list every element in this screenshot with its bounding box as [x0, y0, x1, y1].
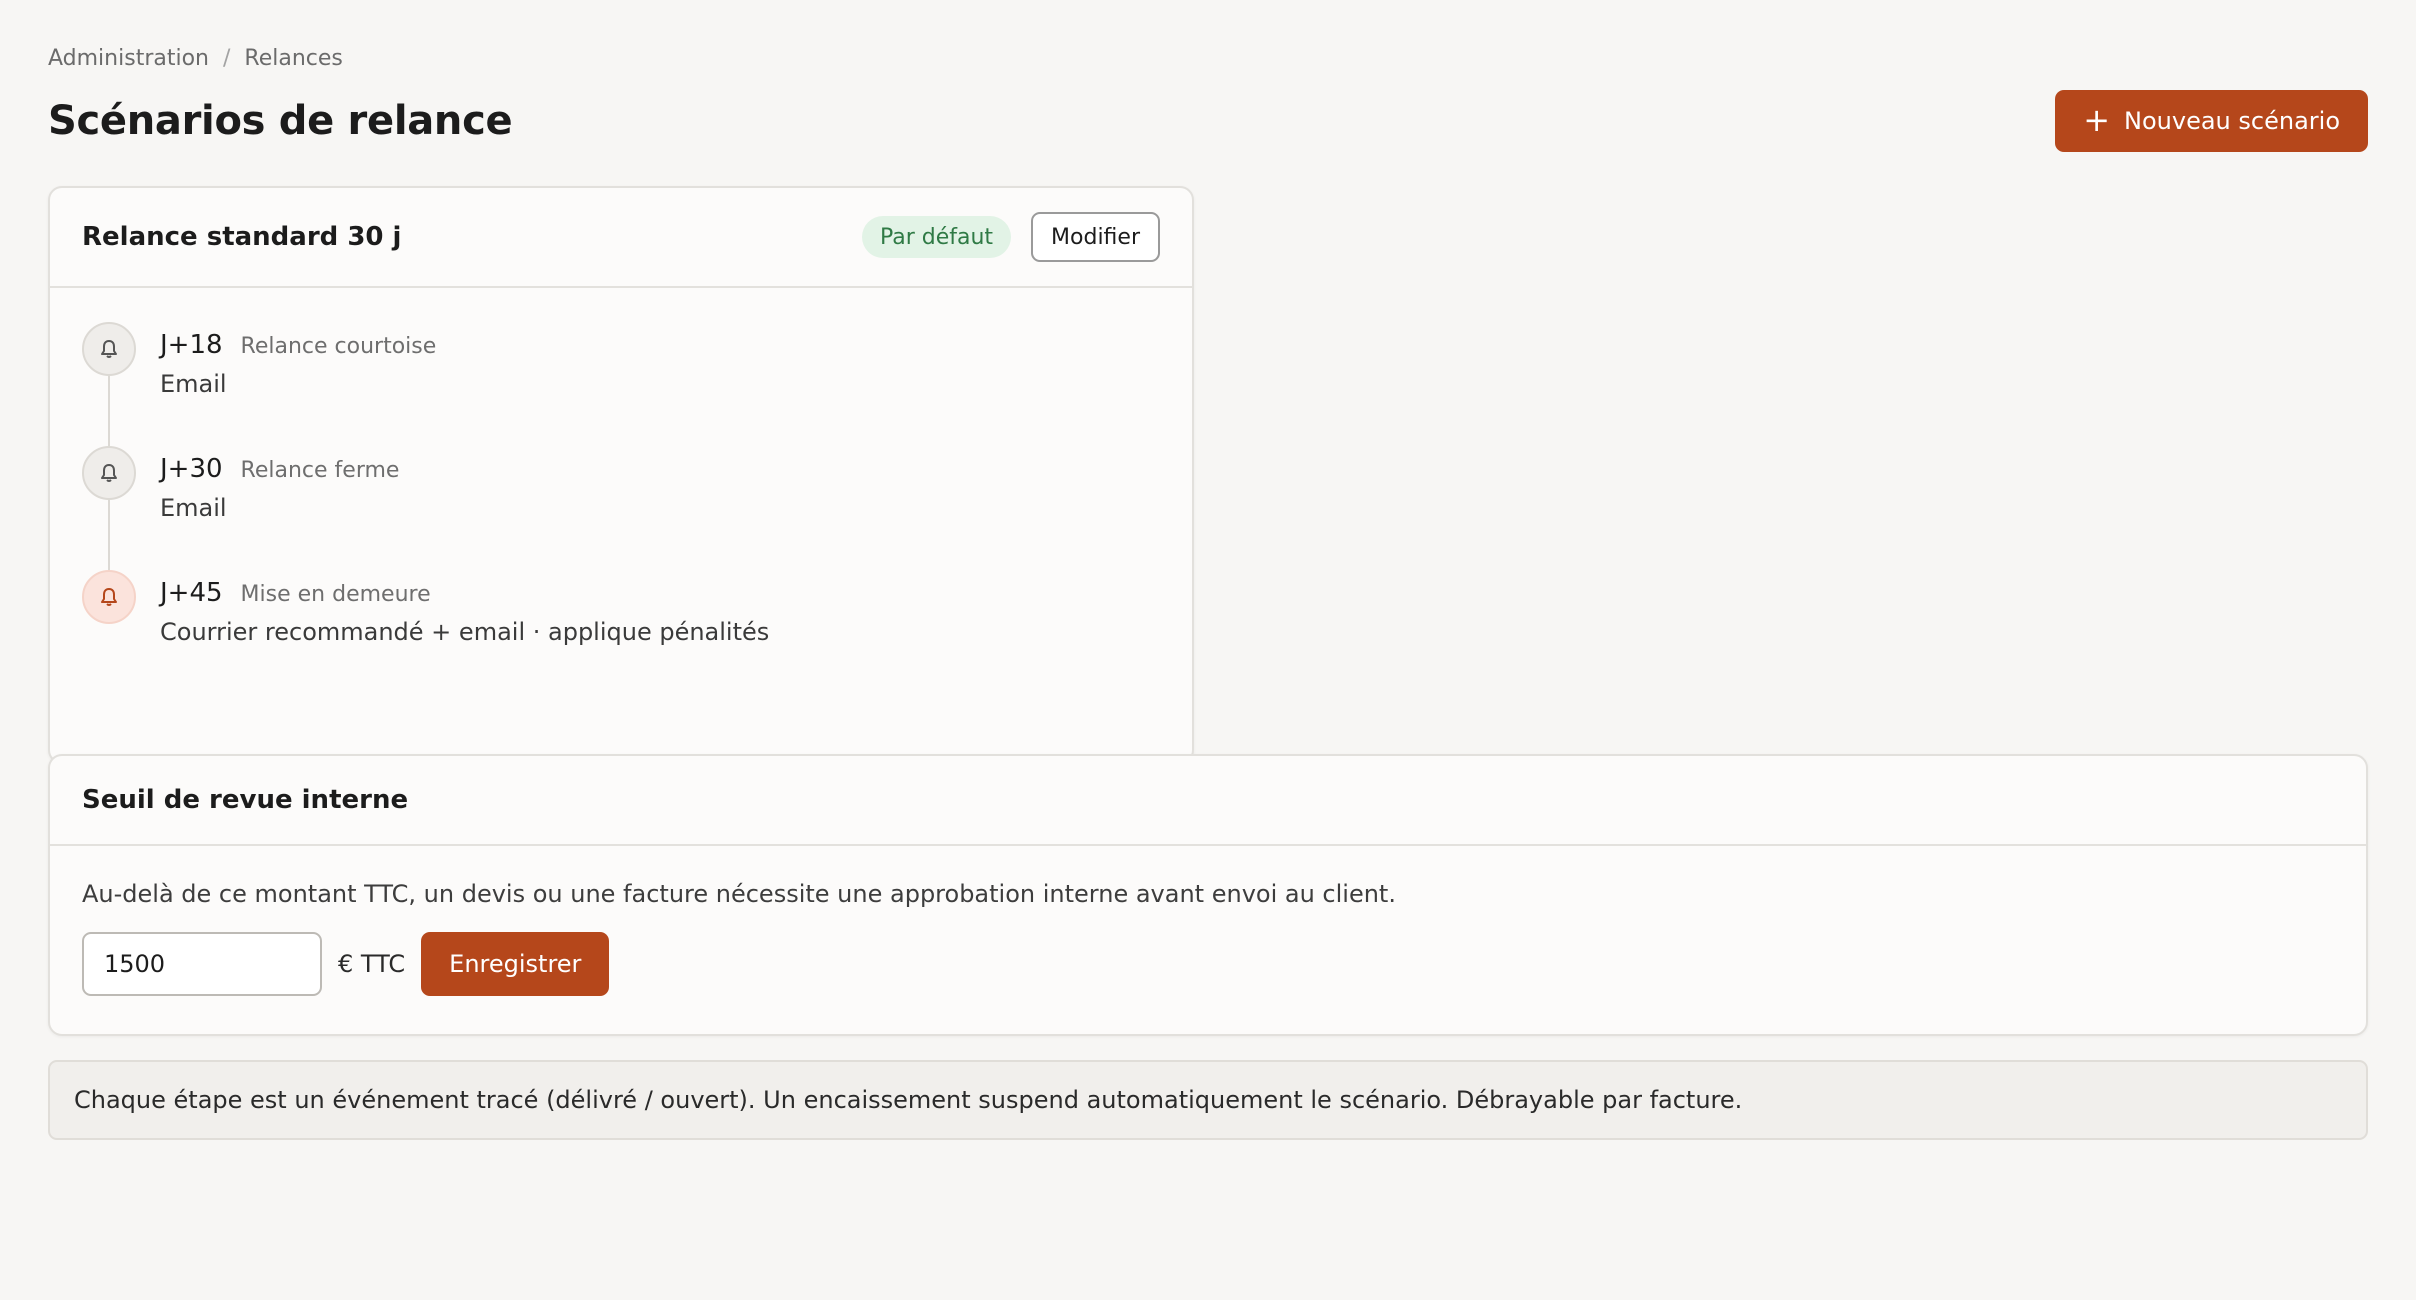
step-name: Relance courtoise [240, 334, 437, 359]
step-day: J+45 [160, 578, 223, 608]
page-header: Scénarios de relance + Nouveau scénario [48, 86, 2368, 156]
currency-unit: € TTC [338, 950, 406, 978]
steps-timeline: J+18 Relance courtoise Email J+30 Relanc… [50, 288, 1192, 694]
step-name: Relance ferme [240, 458, 400, 483]
scenario-card-header: Relance standard 30 j Par défaut Modifie… [50, 188, 1192, 288]
breadcrumb-item-relances: Relances [244, 45, 343, 71]
default-badge: Par défaut [861, 216, 1012, 258]
page: Administration / Relances Scénarios de r… [48, 40, 2368, 1140]
new-scenario-label: Nouveau scénario [2124, 107, 2340, 135]
edit-button[interactable]: Modifier [1031, 212, 1160, 262]
info-note: Chaque étape est un événement tracé (dél… [48, 1060, 2368, 1140]
scenario-title: Relance standard 30 j [82, 222, 402, 252]
threshold-card: Seuil de revue interne Au-delà de ce mon… [48, 754, 2368, 1036]
bell-icon [82, 446, 136, 500]
threshold-title: Seuil de revue interne [82, 785, 409, 815]
scenario-card: Relance standard 30 j Par défaut Modifie… [48, 186, 1194, 764]
threshold-form: € TTC Enregistrer [82, 932, 2334, 996]
new-scenario-button[interactable]: + Nouveau scénario [2055, 90, 2368, 152]
timeline-connector [108, 376, 110, 446]
plus-icon: + [2083, 100, 2111, 139]
timeline-connector [108, 500, 110, 570]
breadcrumb-separator: / [222, 45, 231, 71]
step-item: J+45 Mise en demeure Courrier recommandé… [82, 570, 1160, 694]
step-item: J+18 Relance courtoise Email [82, 322, 1160, 446]
step-item: J+30 Relance ferme Email [82, 446, 1160, 570]
breadcrumb: Administration / Relances [48, 40, 2368, 76]
threshold-description: Au-delà de ce montant TTC, un devis ou u… [82, 880, 1396, 908]
step-name: Mise en demeure [240, 582, 431, 607]
threshold-card-header: Seuil de revue interne [50, 756, 2366, 846]
page-title: Scénarios de relance [48, 98, 513, 144]
threshold-amount-input[interactable] [82, 932, 322, 996]
bell-icon [82, 322, 136, 376]
save-button[interactable]: Enregistrer [421, 932, 610, 996]
step-day: J+30 [160, 454, 223, 484]
bell-icon [82, 570, 136, 624]
step-description: Courrier recommandé + email · applique p… [160, 618, 770, 646]
step-day: J+18 [160, 330, 223, 360]
breadcrumb-item-administration[interactable]: Administration [48, 46, 209, 71]
step-description: Email [160, 494, 227, 522]
step-description: Email [160, 370, 227, 398]
